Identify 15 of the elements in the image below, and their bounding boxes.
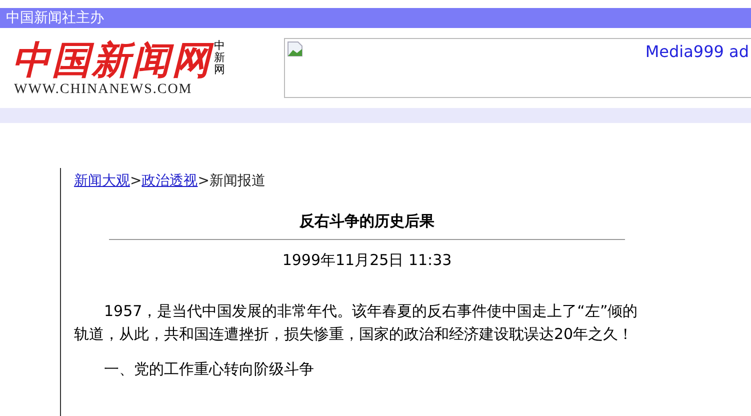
article-paragraph: 一、党的工作重心转向阶级斗争 — [103, 359, 315, 380]
breadcrumb-text: > — [130, 172, 142, 191]
breadcrumb-link[interactable]: 新闻大观 — [74, 171, 130, 191]
breadcrumb-text: > — [198, 172, 210, 191]
logo-title: 中国新闻网 — [12, 38, 212, 82]
article-date: 1999年11月25日 11:33 — [282, 250, 452, 270]
article-paragraph: 1957，是当代中国发展的非常年代。该年春夏的反右事件使中国走上了“左”倾的轨道，从此，共和国连遭挫折，损失惨重，国家的政治和经济建设耽误达20年之久！ — [74, 301, 639, 345]
article-title: 反右斗争的历史后果 — [300, 211, 434, 231]
breadcrumb-link[interactable]: 政治透视 — [142, 171, 198, 191]
publisher-text: 中国新闻社主办 — [6, 11, 104, 25]
logo-url: WWW.CHINANEWS.COM — [13, 82, 194, 98]
broken-image-icon — [287, 41, 303, 57]
breadcrumb-text: 新闻报道 — [209, 172, 266, 191]
ad-alt-text: Media999 ad — [645, 41, 750, 63]
logo-short-name: 中新网 — [214, 40, 225, 76]
